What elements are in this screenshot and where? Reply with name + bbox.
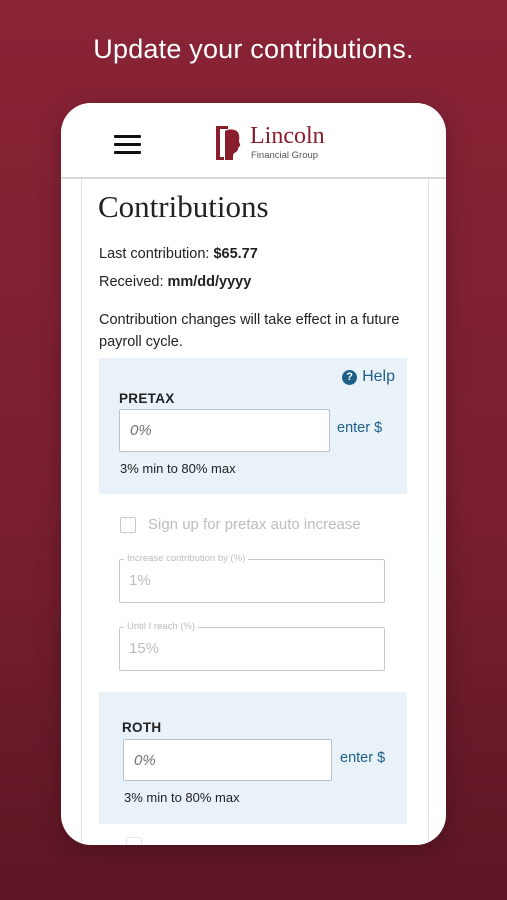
content-border-right <box>428 179 429 845</box>
menu-icon[interactable] <box>114 135 141 155</box>
app-header: Lincoln Financial Group <box>61 103 446 179</box>
brand-name: Lincoln <box>250 123 325 149</box>
roth-enter-dollar-link[interactable]: enter $ <box>340 750 385 766</box>
lincoln-logo: Lincoln Financial Group <box>214 123 334 165</box>
increase-contribution-legend: Increase contribution by (%) <box>124 553 249 564</box>
help-label: Help <box>362 368 395 385</box>
last-contribution: Last contribution: $65.77 <box>99 246 258 262</box>
last-contribution-value: $65.77 <box>213 246 258 262</box>
roth-panel: ROTH enter $ 3% min to 80% max <box>99 692 407 824</box>
next-checkbox-partial[interactable] <box>126 837 142 845</box>
contributions-content[interactable]: Contributions Last contribution: $65.77 R… <box>61 179 446 845</box>
increase-contribution-field[interactable]: Increase contribution by (%) 1% <box>119 553 385 603</box>
roth-label: ROTH <box>122 720 162 735</box>
lincoln-silhouette-icon <box>216 126 241 160</box>
auto-increase-label: Sign up for pretax auto increase <box>148 516 361 533</box>
roth-range: 3% min to 80% max <box>124 790 240 805</box>
until-reach-field[interactable]: Until I reach (%) 15% <box>119 621 385 671</box>
increase-contribution-value: 1% <box>129 572 151 589</box>
received-date: Received: mm/dd/yyyy <box>99 274 251 290</box>
pretax-percent-field[interactable] <box>120 410 329 451</box>
until-reach-legend: Until I reach (%) <box>124 621 199 632</box>
last-contribution-label: Last contribution: <box>99 246 210 262</box>
received-value: mm/dd/yyyy <box>167 274 252 290</box>
phone-frame: Lincoln Financial Group Contributions La… <box>61 103 446 845</box>
until-reach-value: 15% <box>129 640 160 657</box>
brand-subtitle: Financial Group <box>251 150 319 161</box>
page-title: Contributions <box>98 189 269 224</box>
help-circle-icon: ? <box>342 369 358 385</box>
payroll-note: Contribution changes will take effect in… <box>99 312 400 350</box>
roth-percent-input[interactable] <box>123 739 332 781</box>
help-link[interactable]: ? Help <box>342 368 395 386</box>
pretax-percent-input[interactable] <box>119 409 330 452</box>
auto-increase-checkbox[interactable] <box>120 517 136 533</box>
roth-percent-field[interactable] <box>124 740 331 780</box>
pretax-panel: ? Help PRETAX enter $ 3% min to 80% max <box>99 358 407 494</box>
auto-increase-panel: Sign up for pretax auto increase Increas… <box>99 494 407 692</box>
received-label: Received: <box>99 274 164 290</box>
promo-headline: Update your contributions. <box>93 34 414 64</box>
pretax-enter-dollar-link[interactable]: enter $ <box>337 420 382 436</box>
pretax-label: PRETAX <box>119 391 175 406</box>
content-border-left <box>81 179 82 845</box>
pretax-range: 3% min to 80% max <box>120 461 236 476</box>
